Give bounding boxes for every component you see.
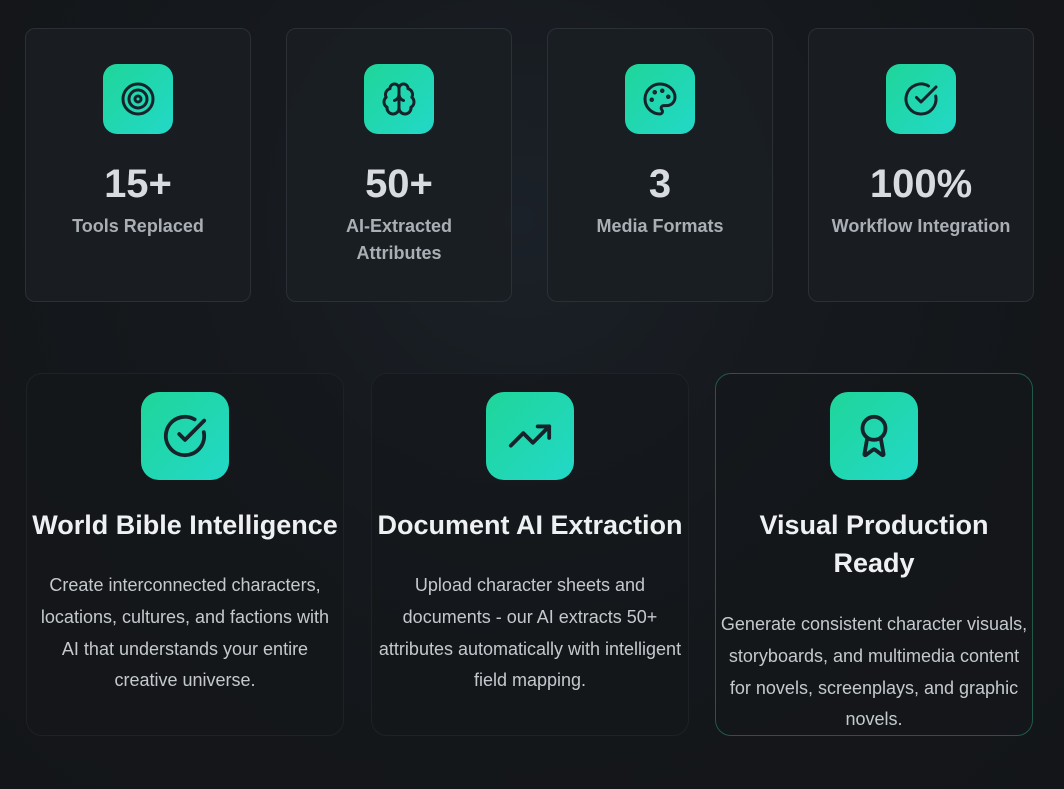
feature-title: Visual Production Ready xyxy=(759,510,989,578)
stat-value: 3 xyxy=(648,162,672,206)
feature-title: World Bible Intelligence xyxy=(32,510,338,540)
stat-card-media: 3 Media Formats xyxy=(547,28,773,302)
palette-icon xyxy=(625,64,695,134)
feature-description: Generate consistent character visuals, s… xyxy=(720,614,1028,730)
stat-label: Media Formats xyxy=(596,216,724,236)
brain-icon xyxy=(364,64,434,134)
target-icon xyxy=(103,64,173,134)
check-circle-icon xyxy=(886,64,956,134)
feature-description: Upload character sheets and documents - … xyxy=(378,575,682,691)
stat-card-attributes: 50+ AI-Extracted Attributes xyxy=(286,28,512,302)
stat-label: Tools Replaced xyxy=(72,216,204,236)
stat-value: 100% xyxy=(869,162,973,206)
stat-label: AI-Extracted Attributes xyxy=(345,216,453,263)
feature-card-visual-production: Visual Production Ready Generate consist… xyxy=(715,373,1033,736)
feature-title: Document AI Extraction xyxy=(377,510,683,540)
feature-description: Create interconnected characters, locati… xyxy=(40,575,330,691)
award-ribbon-icon xyxy=(830,392,918,480)
stat-card-tools: 15+ Tools Replaced xyxy=(25,28,251,302)
stat-value: 50+ xyxy=(365,162,433,206)
check-circle-icon xyxy=(141,392,229,480)
stat-label: Workflow Integration xyxy=(831,216,1011,236)
feature-card-document-ai: Document AI Extraction Upload character … xyxy=(371,373,689,736)
stat-card-workflow: 100% Workflow Integration xyxy=(808,28,1034,302)
stat-value: 15+ xyxy=(104,162,172,206)
trending-up-icon xyxy=(486,392,574,480)
feature-card-world-bible: World Bible Intelligence Create intercon… xyxy=(26,373,344,736)
